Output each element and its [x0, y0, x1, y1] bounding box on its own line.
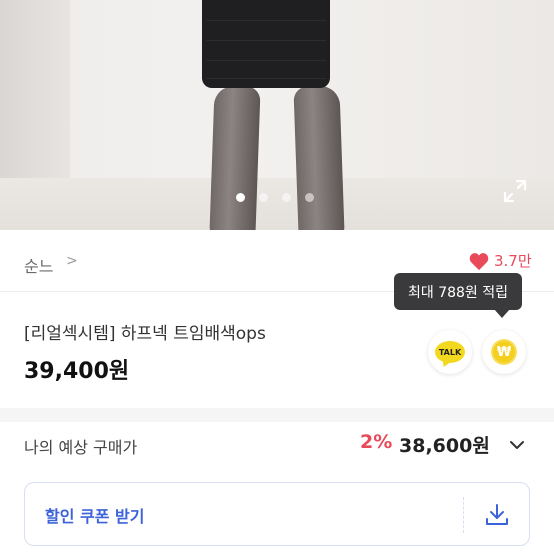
carousel-dot[interactable] [305, 193, 314, 202]
skirt-rib [206, 78, 326, 79]
carousel-dot[interactable] [259, 193, 268, 202]
carousel-indicator [0, 193, 554, 202]
kakao-talk-share-button[interactable]: TALK [428, 330, 472, 374]
image-leg-left [209, 85, 261, 230]
product-price: 39,400원 [24, 359, 130, 384]
expand-icon[interactable] [502, 178, 528, 204]
image-floor [0, 178, 554, 230]
coupon-divider [463, 497, 464, 533]
expected-price-label: 나의 예상 구매가 [24, 438, 138, 457]
skirt-rib [206, 20, 326, 21]
coupon-download-button[interactable]: 할인 쿠폰 받기 [24, 482, 530, 546]
point-reward-button[interactable]: ₩ [482, 330, 526, 374]
skirt-rib [206, 40, 326, 41]
seller-name-link[interactable]: 순느 [24, 253, 53, 277]
discount-rate: 2% [360, 431, 393, 453]
tooltip-tail [494, 309, 510, 318]
carousel-dot[interactable] [236, 193, 245, 202]
skirt-rib [206, 60, 326, 61]
carousel-dot[interactable] [282, 193, 291, 202]
product-title: [리얼섹시템] 하프넥 트임배색ops [24, 324, 266, 344]
chevron-down-icon [510, 441, 524, 449]
heart-icon [469, 252, 489, 270]
section-separator [0, 408, 554, 422]
like-count: 3.7만 [494, 252, 532, 270]
reward-tooltip: 최대 788원 적립 [394, 273, 522, 310]
kakao-talk-icon: TALK [435, 341, 465, 363]
expected-price-toggle[interactable]: 나의 예상 구매가 2% 38,600원 [0, 422, 554, 470]
expected-price: 38,600원 [399, 435, 490, 457]
talk-label: TALK [438, 347, 462, 357]
image-skirt [202, 0, 330, 88]
download-icon [486, 504, 508, 525]
like-button[interactable]: 3.7만 [468, 250, 532, 271]
won-symbol: ₩ [496, 344, 512, 360]
chevron-right-icon: > [66, 253, 78, 269]
won-coin-icon: ₩ [491, 339, 517, 365]
image-leg-right [293, 85, 345, 230]
product-image[interactable] [0, 0, 554, 230]
coupon-label: 할인 쿠폰 받기 [45, 507, 145, 526]
